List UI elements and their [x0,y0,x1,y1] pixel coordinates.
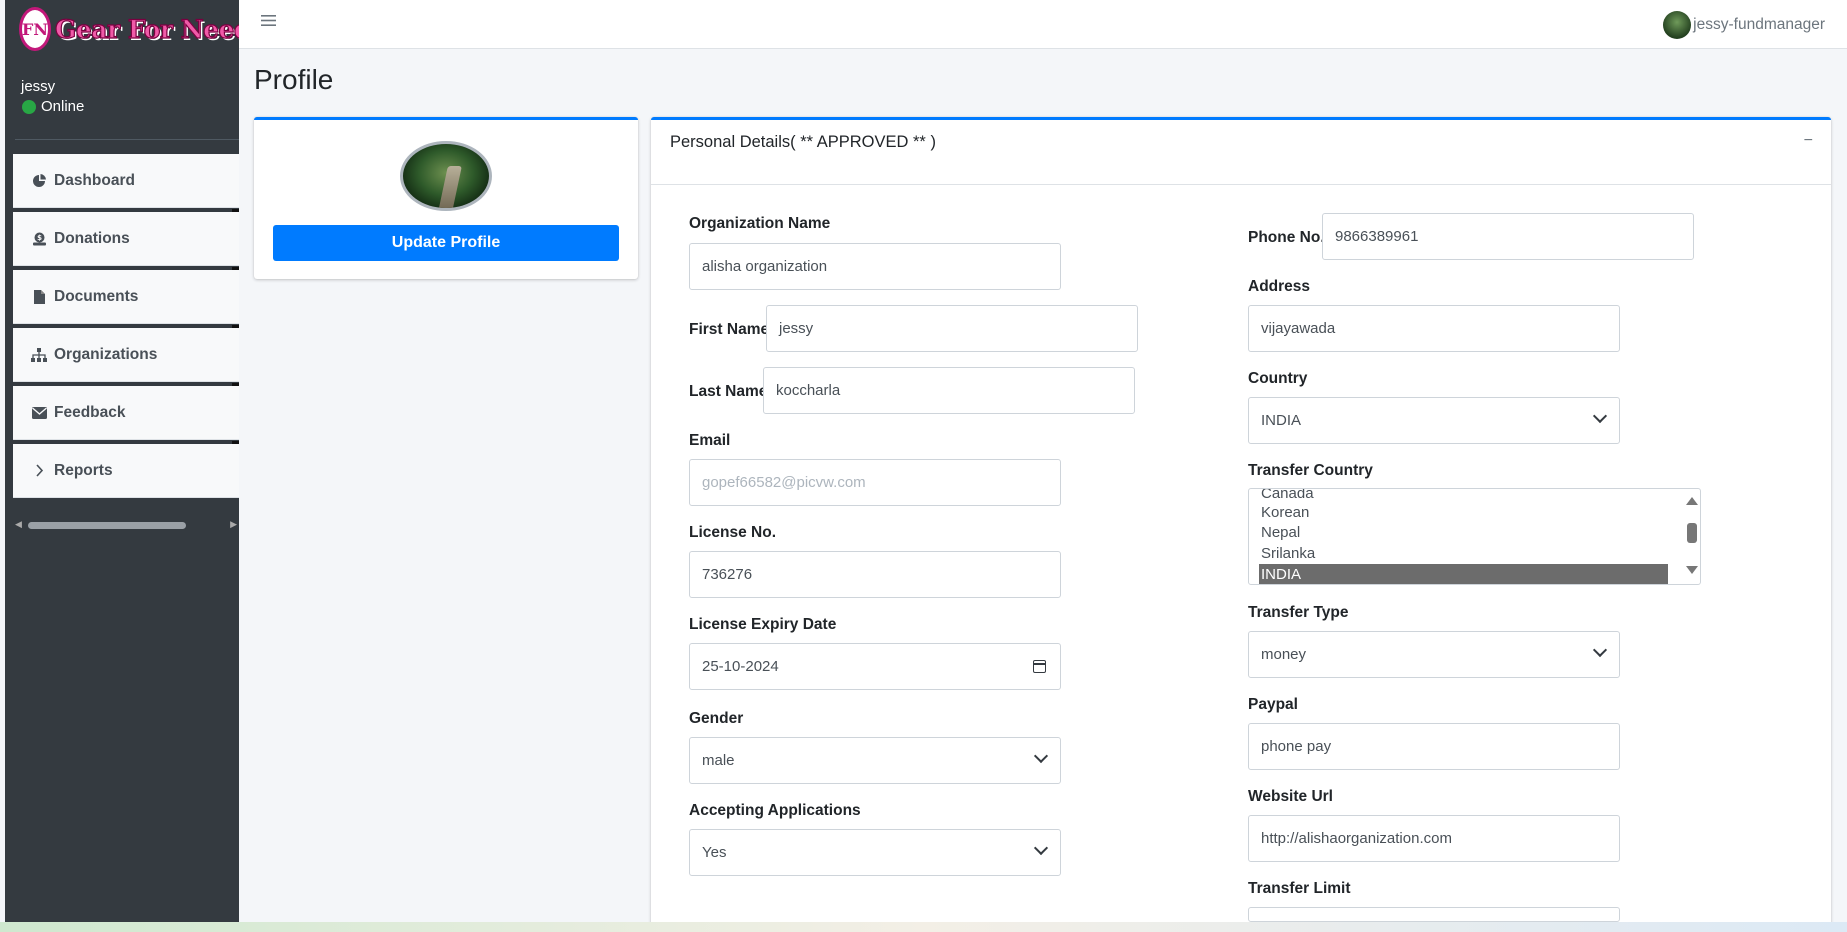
sidebar-item-label: Reports [54,461,113,479]
license-input[interactable]: 736276 [689,551,1061,598]
scrollbar-thumb[interactable] [28,522,186,529]
listbox-scrollbar[interactable] [1683,489,1700,584]
last-name-label: Last Name [689,383,768,400]
list-item[interactable]: Srilanka [1261,543,1315,564]
sidebar-divider [15,139,239,140]
last-name-input[interactable]: koccharla [763,367,1135,414]
sidebar-item-organizations[interactable]: Organizations [13,328,239,387]
online-status-icon [22,99,36,114]
sidebar-nav: Dashboard $ Donations Documents Organiza… [13,154,239,502]
sidebar-item-dashboard[interactable]: Dashboard [13,154,239,213]
transfer-limit-label: Transfer Limit [1248,880,1351,897]
paypal-input[interactable]: phone pay [1248,723,1620,770]
website-url-label: Website Url [1248,788,1333,805]
accepting-applications-select[interactable]: Yes [689,829,1061,876]
top-navbar: jessy-fundmanager [239,0,1847,49]
transfer-limit-input[interactable] [1248,907,1620,922]
country-value: INDIA [1261,412,1302,429]
paypal-label: Paypal [1248,696,1298,713]
bottom-edge [0,922,1847,932]
scroll-up-icon[interactable] [1686,497,1698,505]
license-label: License No. [689,524,776,541]
card-title: Personal Details( ** APPROVED ** ) [670,133,936,151]
first-name-label: First Name [689,321,770,338]
accepting-applications-label: Accepting Applications [689,802,861,819]
sidebar-item-label: Donations [54,229,130,247]
profile-image [400,141,492,211]
sidebar-horizontal-scrollbar[interactable]: ◀ ▶ [13,519,239,533]
license-expiry-value: 25-10-2024 [702,658,779,675]
transfer-country-label: Transfer Country [1248,462,1373,479]
sidebar: FN Gear For Need jessy Online Dashboard … [5,0,252,922]
list-item-selected[interactable]: INDIA [1259,564,1668,584]
svg-text:$: $ [37,234,42,242]
brand-link[interactable]: FN Gear For Need [19,6,252,52]
user-menu-label: jessy-fundmanager [1693,16,1825,33]
gender-value: male [702,752,735,769]
page-title: Profile [254,64,334,95]
list-item[interactable]: Nepal [1261,522,1300,543]
user-status: Online [22,98,84,115]
user-menu[interactable]: jessy-fundmanager [1663,11,1825,39]
scroll-right-icon[interactable]: ▶ [230,519,237,530]
sidebar-item-documents[interactable]: Documents [13,270,239,329]
sidebar-item-label: Organizations [54,345,158,363]
update-profile-button[interactable]: Update Profile [273,225,619,261]
calendar-icon[interactable] [1033,660,1046,673]
sidebar-item-label: Feedback [54,403,126,421]
chevron-down-icon [1033,748,1049,764]
phone-label: Phone No. [1248,229,1325,246]
chart-pie-icon [31,173,47,188]
transfer-type-select[interactable]: money [1248,631,1620,678]
first-name-input[interactable]: jessy [766,305,1138,352]
transfer-type-label: Transfer Type [1248,604,1349,621]
email-field[interactable]: gopef66582@picvw.com [689,459,1061,506]
collapse-icon[interactable]: − [1804,132,1813,150]
license-expiry-date-input[interactable]: 25-10-2024 [689,643,1061,690]
hamburger-icon[interactable] [261,11,276,33]
brand-logo-text: FN [22,19,48,39]
chevron-down-icon [1033,840,1049,856]
sitemap-icon [31,347,47,362]
profile-card: Update Profile [254,117,638,279]
chevron-down-icon [1592,408,1608,424]
gender-select[interactable]: male [689,737,1061,784]
sidebar-item-donations[interactable]: $ Donations [13,212,239,271]
country-label: Country [1248,370,1308,387]
envelope-icon [31,406,47,419]
list-item[interactable]: Korean [1261,502,1309,523]
address-input[interactable]: vijayawada [1248,305,1620,352]
gender-label: Gender [689,710,744,727]
file-icon [31,289,47,304]
license-expiry-label: License Expiry Date [689,616,837,633]
org-name-input[interactable]: alisha organization [689,243,1061,290]
sidebar-item-feedback[interactable]: Feedback [13,386,239,445]
website-url-input[interactable]: http://alishaorganization.com [1248,815,1620,862]
card-header: Personal Details( ** APPROVED ** ) − [651,120,1831,185]
scroll-left-icon[interactable]: ◀ [15,519,22,530]
scrollbar-thumb[interactable] [1687,523,1697,543]
chevron-right-icon [31,464,47,477]
sidebar-user-name[interactable]: jessy [21,78,55,95]
brand-name: Gear For Need [54,14,252,44]
country-select[interactable]: INDIA [1248,397,1620,444]
avatar [1663,11,1692,39]
email-label: Email [689,432,731,449]
donate-icon: $ [31,232,47,246]
address-label: Address [1248,278,1311,295]
scroll-down-icon[interactable] [1686,566,1698,574]
org-name-label: Organization Name [689,215,831,232]
brand-logo: FN [19,7,51,51]
sidebar-item-label: Documents [54,287,139,305]
transfer-type-value: money [1261,646,1307,663]
accepting-applications-value: Yes [702,844,727,861]
phone-input[interactable]: 9866389961 [1322,213,1694,260]
user-status-label: Online [41,98,85,115]
transfer-country-listbox[interactable]: Canada Korean Nepal Srilanka INDIA [1248,488,1701,585]
chevron-down-icon [1592,642,1608,658]
sidebar-item-label: Dashboard [54,171,135,189]
sidebar-item-reports[interactable]: Reports [13,444,239,498]
